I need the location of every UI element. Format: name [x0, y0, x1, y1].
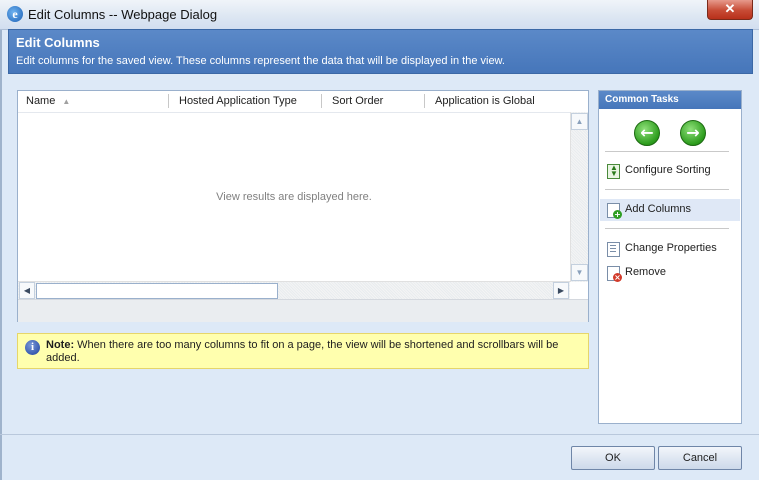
- task-label: Change Properties: [625, 242, 717, 254]
- task-change-properties[interactable]: Change Properties: [600, 238, 740, 260]
- header-subtitle: Edit columns for the saved view. These c…: [16, 55, 505, 67]
- ok-button[interactable]: OK: [571, 446, 655, 470]
- info-icon: i: [25, 340, 40, 355]
- sort-ascending-icon: ▲: [62, 97, 71, 106]
- dialog-window: e Edit Columns -- Webpage Dialog ✕ Edit …: [0, 0, 759, 480]
- column-divider[interactable]: [321, 94, 322, 108]
- horizontal-scrollbar[interactable]: ◀ ▶: [18, 281, 570, 299]
- column-header-name[interactable]: Name ▲: [26, 95, 70, 107]
- scroll-up-icon[interactable]: ▲: [571, 113, 588, 130]
- column-header-sort-order[interactable]: Sort Order: [332, 95, 383, 107]
- dialog-header: Edit Columns Edit columns for the saved …: [8, 29, 753, 74]
- cancel-button[interactable]: Cancel: [658, 446, 742, 470]
- task-label: Remove: [625, 266, 666, 278]
- close-button[interactable]: ✕: [707, 0, 753, 20]
- scroll-left-icon[interactable]: ◀: [19, 282, 35, 299]
- column-header-hosted-application-type[interactable]: Hosted Application Type: [179, 95, 297, 107]
- header-title: Edit Columns: [16, 35, 100, 50]
- add-columns-icon: +: [607, 203, 622, 219]
- title-bar: e Edit Columns -- Webpage Dialog ✕: [0, 0, 759, 30]
- grid-column-header: Name ▲ Hosted Application Type Sort Orde…: [18, 91, 588, 113]
- note-message: When there are too many columns to fit o…: [46, 339, 559, 364]
- empty-results-message: View results are displayed here.: [216, 191, 372, 203]
- move-left-arrow-icon[interactable]: ←: [634, 120, 660, 146]
- change-properties-icon: [607, 242, 620, 257]
- move-right-arrow-icon[interactable]: →: [680, 120, 706, 146]
- common-tasks-panel: Common Tasks ← → ▲ ▼ Configure Sorting + …: [598, 90, 742, 424]
- remove-icon: ×: [607, 266, 622, 282]
- note-banner: i Note: When there are too many columns …: [17, 333, 589, 369]
- note-text: Note: When there are too many columns to…: [46, 339, 581, 365]
- footer-divider: [0, 434, 759, 435]
- columns-grid: Name ▲ Hosted Application Type Sort Orde…: [17, 90, 589, 322]
- divider: [605, 151, 729, 152]
- grid-footer: [18, 299, 588, 322]
- divider: [605, 189, 729, 190]
- task-remove[interactable]: × Remove: [600, 262, 740, 284]
- ie-logo-icon: e: [7, 6, 23, 22]
- column-header-label: Name: [26, 95, 56, 107]
- column-divider[interactable]: [168, 94, 169, 108]
- task-label: Add Columns: [625, 203, 692, 215]
- task-label: Configure Sorting: [625, 164, 711, 176]
- scroll-down-icon[interactable]: ▼: [571, 264, 588, 281]
- vertical-scrollbar[interactable]: ▲ ▼: [570, 112, 588, 282]
- column-divider[interactable]: [424, 94, 425, 108]
- scroll-right-icon[interactable]: ▶: [553, 282, 569, 299]
- window-left-edge: [0, 29, 2, 480]
- task-configure-sorting[interactable]: ▲ ▼ Configure Sorting: [600, 160, 740, 182]
- common-tasks-title: Common Tasks: [599, 91, 741, 109]
- configure-sorting-icon: ▲ ▼: [607, 164, 620, 179]
- column-header-application-is-global[interactable]: Application is Global: [435, 95, 535, 107]
- window-title: Edit Columns -- Webpage Dialog: [28, 7, 218, 22]
- task-add-columns[interactable]: + Add Columns: [600, 199, 740, 221]
- note-label: Note:: [46, 339, 75, 351]
- horizontal-scroll-thumb[interactable]: [36, 283, 278, 299]
- divider: [605, 228, 729, 229]
